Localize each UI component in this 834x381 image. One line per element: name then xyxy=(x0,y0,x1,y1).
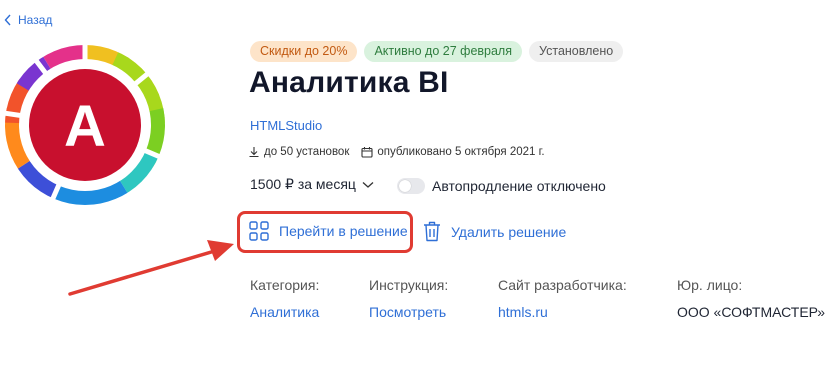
goto-solution-button[interactable]: Перейти в решение xyxy=(249,221,408,241)
active-until-badge: Активно до 27 февраля xyxy=(364,41,522,62)
price-text: 1500 ₽ за месяц xyxy=(250,176,356,192)
goto-label: Перейти в решение xyxy=(279,223,408,239)
delete-solution-button[interactable]: Удалить решение xyxy=(423,221,566,242)
installs-info: до 50 установок xyxy=(248,146,349,158)
download-icon xyxy=(249,147,259,158)
autorenew-label: Автопродление отключено xyxy=(432,178,606,194)
page-title: Аналитика BI xyxy=(249,66,449,99)
developer-site-label: Сайт разработчика: xyxy=(498,277,627,293)
product-logo: A xyxy=(2,42,168,208)
toggle-knob xyxy=(399,180,411,192)
legal-entity-label: Юр. лицо: xyxy=(677,277,743,293)
trash-icon xyxy=(424,221,440,242)
category-link[interactable]: Аналитика xyxy=(250,304,319,320)
category-label: Категория: xyxy=(250,277,320,293)
chevron-down-icon xyxy=(362,181,374,188)
price-selector[interactable]: 1500 ₽ за месяц xyxy=(250,176,374,193)
chevron-left-icon xyxy=(4,14,11,26)
delete-label: Удалить решение xyxy=(451,223,567,240)
developer-site-link[interactable]: htmls.ru xyxy=(498,304,548,320)
published-text: опубликовано 5 октября 2021 г. xyxy=(377,146,545,158)
badges: Скидки до 20% Активно до 27 февраля Уста… xyxy=(250,41,624,62)
discount-badge: Скидки до 20% xyxy=(250,41,358,62)
installs-text: до 50 установок xyxy=(264,146,350,158)
price-row: 1500 ₽ за месяц xyxy=(250,176,374,193)
autorenew-toggle[interactable] xyxy=(397,178,425,194)
published-info: опубликовано 5 октября 2021 г. xyxy=(361,146,545,158)
logo-letter: A xyxy=(64,94,106,159)
developer-link[interactable]: HTMLStudio xyxy=(250,118,322,133)
installed-badge: Установлено xyxy=(529,41,624,62)
back-link[interactable]: Назад xyxy=(4,13,52,27)
legal-entity-value: ООО «СОФТМАСТЕР» xyxy=(677,304,826,320)
instruction-link[interactable]: Посмотреть xyxy=(369,304,446,320)
grid-icon xyxy=(249,221,269,241)
product-meta: до 50 установок опубликовано 5 октября 2… xyxy=(248,146,545,158)
back-label: Назад xyxy=(18,13,53,27)
calendar-icon xyxy=(361,147,373,158)
instruction-label: Инструкция: xyxy=(369,277,449,293)
